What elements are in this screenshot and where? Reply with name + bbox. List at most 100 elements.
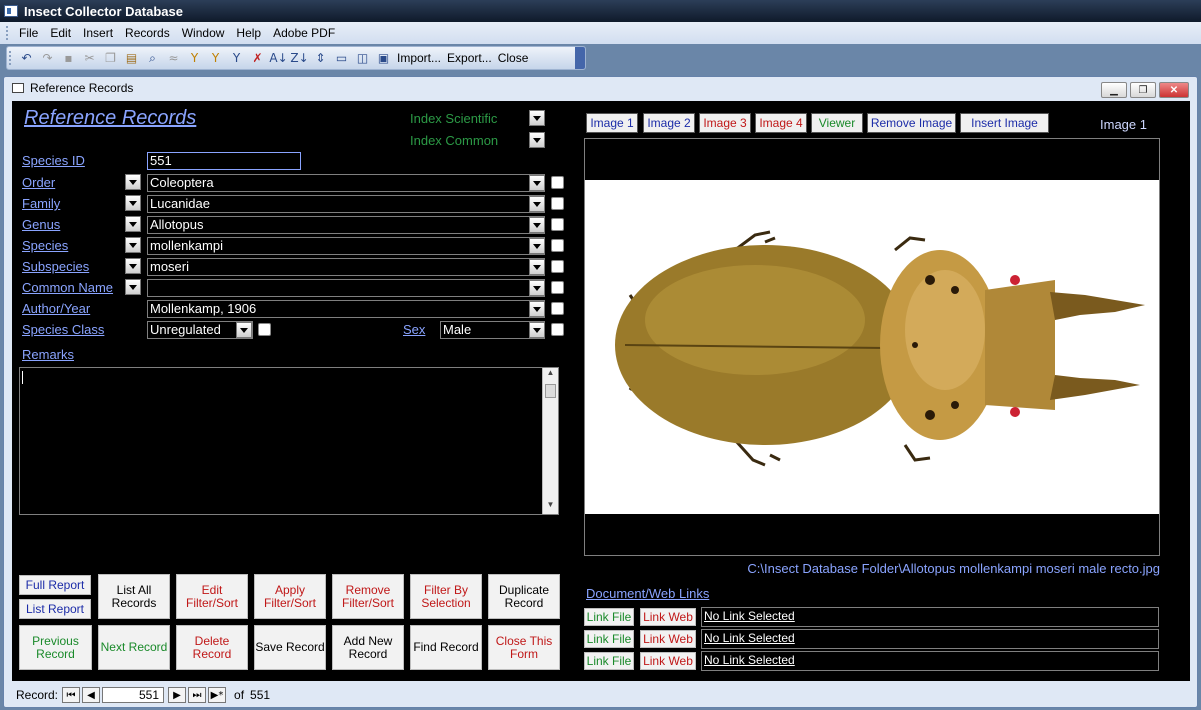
author-year-checkbox[interactable]: [551, 302, 564, 315]
link-file-button-3[interactable]: Link File: [584, 652, 634, 670]
save-icon[interactable]: ▪: [61, 50, 77, 66]
menu-help[interactable]: Help: [230, 26, 267, 40]
subspecies-dropdown[interactable]: [529, 259, 545, 275]
order-filter-dropdown[interactable]: [125, 174, 141, 190]
species-filter-dropdown[interactable]: [125, 237, 141, 253]
restore-icon[interactable]: ❐: [1130, 82, 1156, 98]
genus-label[interactable]: Genus: [22, 217, 60, 232]
species-id-field[interactable]: 551: [147, 152, 301, 170]
common-name-field[interactable]: [147, 279, 545, 297]
sex-dropdown[interactable]: [529, 322, 545, 338]
line-spacing-icon[interactable]: ⇕: [313, 50, 329, 66]
redo-icon[interactable]: ↷: [40, 50, 56, 66]
previous-record-button[interactable]: Previous Record: [19, 625, 92, 670]
insert-image-button[interactable]: Insert Image: [960, 113, 1049, 133]
viewer-tab[interactable]: Viewer: [811, 113, 863, 133]
common-name-checkbox[interactable]: [551, 281, 564, 294]
link-field-2[interactable]: No Link Selected: [701, 629, 1159, 649]
duplicate-record-button[interactable]: Duplicate Record: [488, 574, 560, 619]
image-viewer[interactable]: [584, 138, 1160, 556]
menu-insert[interactable]: Insert: [77, 26, 119, 40]
print-preview-icon[interactable]: ◫: [355, 50, 371, 66]
remarks-textarea[interactable]: ▲ ▼: [19, 367, 559, 515]
link-file-button-2[interactable]: Link File: [584, 630, 634, 648]
import-button[interactable]: Import...: [394, 51, 444, 65]
menu-window[interactable]: Window: [176, 26, 231, 40]
author-year-dropdown[interactable]: [529, 301, 545, 317]
book-icon[interactable]: ▭: [334, 50, 350, 66]
close-form-button[interactable]: Close This Form: [488, 625, 560, 670]
image-3-tab[interactable]: Image 3: [699, 113, 751, 133]
first-record-icon[interactable]: ⏮: [62, 687, 81, 703]
full-report-button[interactable]: Full Report: [19, 575, 91, 595]
record-number-input[interactable]: 551: [102, 687, 165, 703]
menu-adobe-pdf[interactable]: Adobe PDF: [267, 26, 341, 40]
next-record-icon[interactable]: ▶: [168, 687, 187, 703]
delete-record-button[interactable]: Delete Record: [176, 625, 248, 670]
menu-records[interactable]: Records: [119, 26, 176, 40]
find-icon[interactable]: ⌕: [145, 50, 161, 66]
find-record-button[interactable]: Find Record: [410, 625, 482, 670]
cut-icon[interactable]: ✂: [82, 50, 98, 66]
genus-filter-dropdown[interactable]: [125, 216, 141, 232]
author-year-label[interactable]: Author/Year: [22, 301, 90, 316]
subspecies-filter-dropdown[interactable]: [125, 258, 141, 274]
save-record-button[interactable]: Save Record: [254, 625, 326, 670]
subspecies-label[interactable]: Subspecies: [22, 259, 89, 274]
index-common-dropdown[interactable]: [529, 132, 545, 148]
family-checkbox[interactable]: [551, 197, 564, 210]
genus-checkbox[interactable]: [551, 218, 564, 231]
new-record-icon[interactable]: ▶*: [208, 687, 227, 703]
species-class-dropdown[interactable]: [236, 322, 252, 338]
last-record-icon[interactable]: ⏭: [188, 687, 207, 703]
filter-by-selection-icon[interactable]: Y: [187, 50, 203, 66]
order-checkbox[interactable]: [551, 176, 564, 189]
list-all-records-button[interactable]: List All Records: [98, 574, 170, 619]
remarks-scrollbar[interactable]: ▲ ▼: [542, 368, 558, 514]
link-web-button-1[interactable]: Link Web: [640, 608, 696, 626]
species-class-label[interactable]: Species Class: [22, 322, 104, 337]
paste-icon[interactable]: ▤: [124, 50, 140, 66]
family-field[interactable]: Lucanidae: [147, 195, 545, 213]
link-field-1[interactable]: No Link Selected: [701, 607, 1159, 627]
filter-by-form-icon[interactable]: Y: [229, 50, 245, 66]
genus-field[interactable]: Allotopus: [147, 216, 545, 234]
common-name-filter-dropdown[interactable]: [125, 279, 141, 295]
species-checkbox[interactable]: [551, 239, 564, 252]
remove-image-button[interactable]: Remove Image: [867, 113, 956, 133]
image-4-tab[interactable]: Image 4: [755, 113, 807, 133]
image-1-tab[interactable]: Image 1: [586, 113, 638, 133]
scroll-thumb[interactable]: [545, 384, 556, 398]
order-label[interactable]: Order: [22, 175, 55, 190]
species-dropdown[interactable]: [529, 238, 545, 254]
close-button[interactable]: Close: [495, 51, 532, 65]
species-class-checkbox[interactable]: [258, 323, 271, 336]
order-field[interactable]: Coleoptera: [147, 174, 545, 192]
index-scientific-dropdown[interactable]: [529, 110, 545, 126]
menu-edit[interactable]: Edit: [44, 26, 77, 40]
order-dropdown[interactable]: [529, 175, 545, 191]
sort-descending-icon[interactable]: Z↓: [290, 50, 308, 66]
scroll-up-icon[interactable]: ▲: [543, 368, 558, 382]
minimize-icon[interactable]: ▁: [1101, 82, 1127, 98]
print-icon[interactable]: ▣: [376, 50, 392, 66]
genus-dropdown[interactable]: [529, 217, 545, 233]
export-button[interactable]: Export...: [444, 51, 495, 65]
filter-excluding-icon[interactable]: Y: [208, 50, 224, 66]
species-label[interactable]: Species: [22, 238, 68, 253]
toolbar-options-icon[interactable]: [575, 47, 585, 69]
sex-checkbox[interactable]: [551, 323, 564, 336]
menu-file[interactable]: File: [13, 26, 44, 40]
subspecies-field[interactable]: moseri: [147, 258, 545, 276]
next-record-button[interactable]: Next Record: [98, 625, 170, 670]
species-id-label[interactable]: Species ID: [22, 153, 85, 168]
family-dropdown[interactable]: [529, 196, 545, 212]
remove-filter-sort-button[interactable]: Remove Filter/Sort: [332, 574, 404, 619]
list-report-button[interactable]: List Report: [19, 599, 91, 619]
sex-label[interactable]: Sex: [403, 322, 425, 337]
previous-record-icon[interactable]: ◀: [82, 687, 101, 703]
filter-by-selection-button[interactable]: Filter By Selection: [410, 574, 482, 619]
link-file-button-1[interactable]: Link File: [584, 608, 634, 626]
family-label[interactable]: Family: [22, 196, 60, 211]
link-web-button-2[interactable]: Link Web: [640, 630, 696, 648]
